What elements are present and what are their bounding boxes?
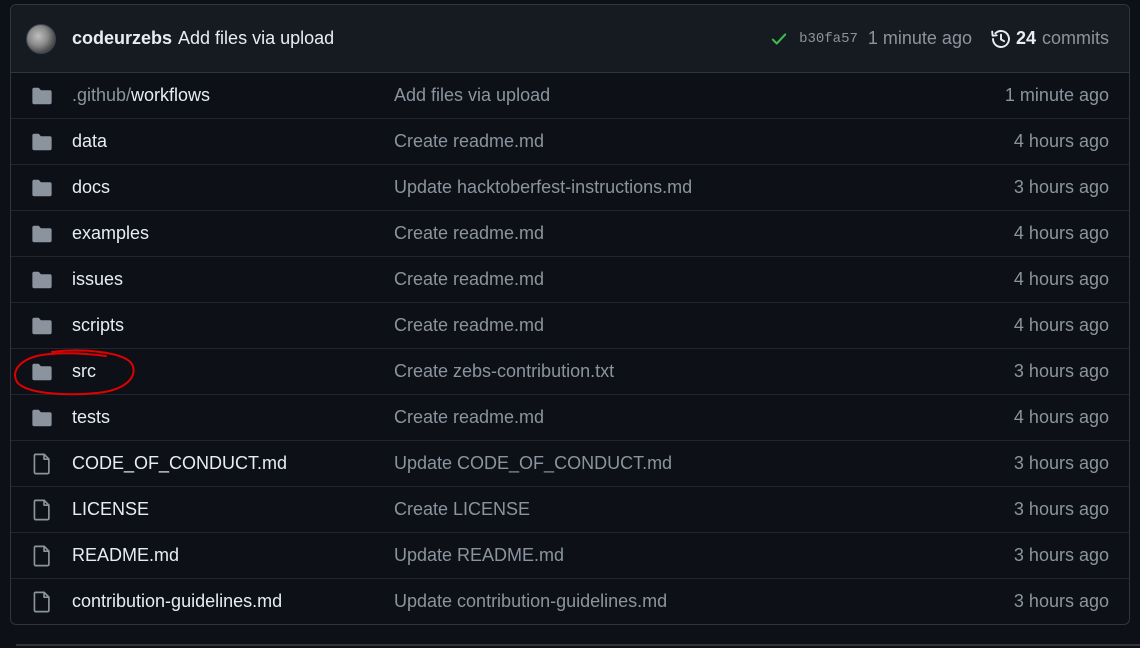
item-name-text: README.md — [72, 545, 180, 565]
file-icon — [31, 499, 53, 521]
item-age: 4 hours ago — [1013, 269, 1109, 289]
commit-author-link[interactable]: codeurzebs — [72, 28, 172, 49]
folder-row[interactable]: .github/workflows Add files via upload 1 m… — [11, 73, 1129, 118]
avatar[interactable] — [26, 23, 56, 54]
bottom-divider — [16, 644, 1140, 646]
folder-icon — [31, 131, 53, 153]
item-commit-message-link[interactable]: Create readme.md — [394, 407, 544, 428]
item-commit-message-link[interactable]: Create readme.md — [394, 223, 544, 244]
item-name-link[interactable]: src — [72, 361, 96, 382]
item-name-text: CODE_OF_CONDUCT.md — [72, 453, 288, 473]
history-icon[interactable] — [990, 28, 1012, 50]
item-commit-message-link[interactable]: Update README.md — [394, 545, 564, 566]
item-name-link[interactable]: README.md — [72, 545, 179, 566]
item-commit-message-link[interactable]: Create readme.md — [394, 315, 544, 336]
item-commit-message-link[interactable]: Create zebs-contribution.txt — [394, 361, 614, 382]
item-name-link[interactable]: issues — [72, 269, 123, 290]
folder-row[interactable]: data Create readme.md 4 hours ago — [11, 118, 1129, 164]
item-commit-message-link[interactable]: Create readme.md — [394, 131, 544, 152]
item-name-link[interactable]: data — [72, 131, 107, 152]
folder-row[interactable]: tests Create readme.md 4 hours ago — [11, 394, 1129, 440]
item-name-text: tests — [72, 407, 111, 427]
item-age: 4 hours ago — [1013, 131, 1109, 151]
item-commit-message-link[interactable]: Update CODE_OF_CONDUCT.md — [394, 453, 672, 474]
item-commit-message-link[interactable]: Update hacktoberfest-instructions.md — [394, 177, 692, 198]
folder-row[interactable]: scripts Create readme.md 4 hours ago — [11, 302, 1129, 348]
folder-icon — [31, 269, 53, 291]
item-name-link[interactable]: examples — [72, 223, 149, 244]
item-age: 4 hours ago — [1013, 407, 1109, 427]
item-age: 3 hours ago — [1013, 177, 1109, 197]
folder-row[interactable]: examples Create readme.md 4 hours ago — [11, 210, 1129, 256]
file-list: .github/workflows Add files via upload 1 m… — [11, 73, 1129, 624]
item-commit-message-link[interactable]: Add files via upload — [394, 85, 550, 106]
folder-icon — [31, 177, 53, 199]
item-name-link[interactable]: docs — [72, 177, 110, 198]
item-name-link[interactable]: .github/workflows — [72, 85, 210, 106]
repo-file-browser: codeurzebs Add files via upload b30fa57 … — [10, 4, 1130, 625]
folder-icon — [31, 85, 53, 107]
item-name-text: src — [72, 361, 96, 381]
folder-icon — [31, 223, 53, 245]
item-age: 4 hours ago — [1013, 315, 1109, 335]
item-age: 1 minute ago — [1004, 85, 1109, 105]
item-commit-message-link[interactable]: Update contribution-guidelines.md — [394, 591, 667, 612]
folder-icon — [31, 361, 53, 383]
item-name-text: docs — [72, 177, 111, 197]
item-age: 3 hours ago — [1013, 591, 1109, 611]
item-name-link[interactable]: CODE_OF_CONDUCT.md — [72, 453, 287, 474]
folder-row[interactable]: src Create zebs-contribution.txt 3 hours a… — [11, 348, 1129, 394]
commit-time: 1 minute ago — [867, 28, 972, 48]
commit-count[interactable]: 24 — [1016, 28, 1036, 49]
item-age: 4 hours ago — [1013, 223, 1109, 243]
file-row[interactable]: README.md Update README.md 3 hours ago — [11, 532, 1129, 578]
item-name-text: workflows — [131, 85, 211, 105]
item-age: 3 hours ago — [1013, 453, 1109, 473]
file-row[interactable]: contribution-guidelines.md Update contrib… — [11, 578, 1129, 624]
commit-sha-link[interactable]: b30fa57 — [799, 31, 858, 47]
item-name-link[interactable]: contribution-guidelines.md — [72, 591, 282, 612]
item-name-link[interactable]: scripts — [72, 315, 124, 336]
folder-icon — [31, 407, 53, 429]
file-row[interactable]: CODE_OF_CONDUCT.md Update CODE_OF_CONDUCT… — [11, 440, 1129, 486]
item-commit-message-link[interactable]: Create LICENSE — [394, 499, 530, 520]
file-row[interactable]: LICENSE Create LICENSE 3 hours ago — [11, 486, 1129, 532]
check-icon[interactable] — [769, 29, 789, 49]
item-name-link[interactable]: LICENSE — [72, 499, 149, 520]
item-name-link[interactable]: tests — [72, 407, 110, 428]
commit-message-link[interactable]: Add files via upload — [178, 28, 334, 49]
file-icon — [31, 545, 53, 567]
item-name-text: LICENSE — [72, 499, 150, 519]
item-commit-message-link[interactable]: Create readme.md — [394, 269, 544, 290]
file-icon — [31, 453, 53, 475]
item-name-text: examples — [72, 223, 150, 243]
item-age: 3 hours ago — [1013, 361, 1109, 381]
item-name-text: contribution-guidelines.md — [72, 591, 283, 611]
item-age: 3 hours ago — [1013, 499, 1109, 519]
item-age: 3 hours ago — [1013, 545, 1109, 565]
item-path-prefix: .github/ — [72, 85, 132, 105]
latest-commit-bar: codeurzebs Add files via upload b30fa57 … — [11, 5, 1129, 73]
item-name-text: scripts — [72, 315, 125, 335]
commits-link[interactable]: commits — [1042, 28, 1109, 49]
folder-row[interactable]: issues Create readme.md 4 hours ago — [11, 256, 1129, 302]
folder-icon — [31, 315, 53, 337]
item-name-text: data — [72, 131, 108, 151]
folder-row[interactable]: docs Update hacktoberfest-instructions.md… — [11, 164, 1129, 210]
file-icon — [31, 591, 53, 613]
item-name-text: issues — [72, 269, 124, 289]
